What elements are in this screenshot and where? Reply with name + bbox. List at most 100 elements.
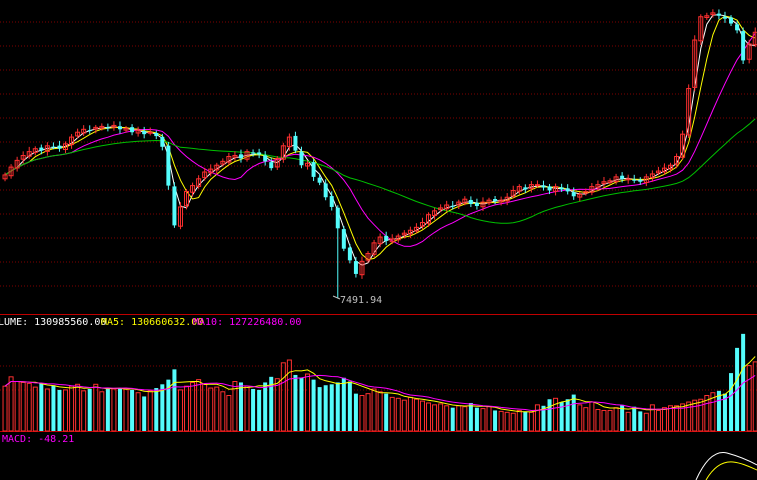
volume-bar [57,389,62,431]
candle-body [105,127,110,129]
macd-label: MACD: -48.21 [2,434,74,445]
candle-body [450,205,455,207]
volume-bar [184,385,190,432]
volume-bar [601,409,607,432]
macd-lines [695,451,757,480]
volume-bar [746,365,752,432]
volume-bar [716,390,721,431]
candle-body [729,17,734,24]
candle-body [317,177,322,183]
candle-body [341,229,346,249]
volume-bar [44,388,50,432]
volume-bars [2,333,757,432]
volume-bar [589,401,595,432]
volume-bar [81,390,87,432]
candle-body [347,247,352,261]
volume-bar [75,383,81,432]
volume-bar [729,373,734,431]
volume-bar [698,398,704,432]
volume-bar [347,381,352,431]
volume-bar [263,382,268,431]
volume-bar [257,389,262,431]
volume-bar [571,394,576,431]
candle-body [565,188,570,192]
candle-body [493,199,498,202]
volume-bar [244,385,250,432]
volume-bar [8,376,14,432]
volume-bar [752,361,757,432]
candle-body [166,145,171,186]
volume-bar [413,398,419,432]
low-marker-line [332,295,341,300]
volume-bar [26,382,32,432]
volume-bar [565,399,570,431]
candle-body [335,207,340,229]
volume-bar [419,400,425,432]
candle-body [257,152,262,155]
candle-body [722,16,727,19]
volume-bar [323,385,328,431]
candlestick-chart: 7491.94 OLUME: 130985560.00 MA5: 1306606… [0,9,757,480]
moving-average-lines [4,14,756,266]
volume-bar [238,382,243,431]
volume-bar [311,379,316,431]
ma5-line [4,15,756,261]
volume-bar [674,405,680,432]
volume-ma5-line [4,356,756,413]
volume-bar [613,407,619,432]
volume-bar [214,386,220,432]
volume-bar [154,388,159,431]
candle-body [117,126,122,130]
volume-bar [607,409,613,432]
volume-bar [407,396,413,432]
candle-body [716,13,721,16]
volume-bar [329,384,334,431]
volume-bar [274,378,280,432]
candle-body [263,155,268,162]
candle-body [130,127,135,133]
volume-bar [625,411,631,432]
volume-bar [99,391,105,432]
candle-body [474,202,479,206]
volume-bar [147,390,153,432]
volume-bar [655,409,661,432]
candle-body [251,152,256,154]
candle-body [735,24,740,31]
volume-bar [389,396,395,432]
volume-bar [69,385,75,432]
volume-bar [196,379,202,432]
volume-bar [305,373,311,432]
candle-body [293,135,298,151]
candle-body [632,179,637,181]
volume-bar [142,396,147,431]
volume-bar [2,385,8,432]
volume-bar [341,377,346,431]
volume-bar [523,411,528,431]
price-candles [2,9,757,298]
candle-body [541,185,546,188]
volume-bar [14,381,20,432]
volume-bar [377,391,383,432]
candle-body [269,162,274,169]
candle-body [172,186,177,226]
volume-bar [87,388,92,431]
volume-bar [504,411,510,432]
candle-body [468,199,473,205]
volume-bar [486,406,492,432]
candle-body [620,175,625,179]
volume-bar [293,374,298,431]
volume-bar [468,402,473,431]
volume-bar [643,412,649,432]
candle-body [154,133,159,137]
volume-bar [686,401,692,432]
volume-bar [160,384,165,431]
volume-bar [365,393,371,432]
candle-body [638,179,643,182]
volume-bar [251,388,256,431]
volume-bar [353,393,358,431]
volume-bar [401,399,407,432]
candle-body [160,136,165,147]
candle-body [547,186,552,191]
volume-bar [51,385,56,431]
volume-bar [130,389,135,431]
